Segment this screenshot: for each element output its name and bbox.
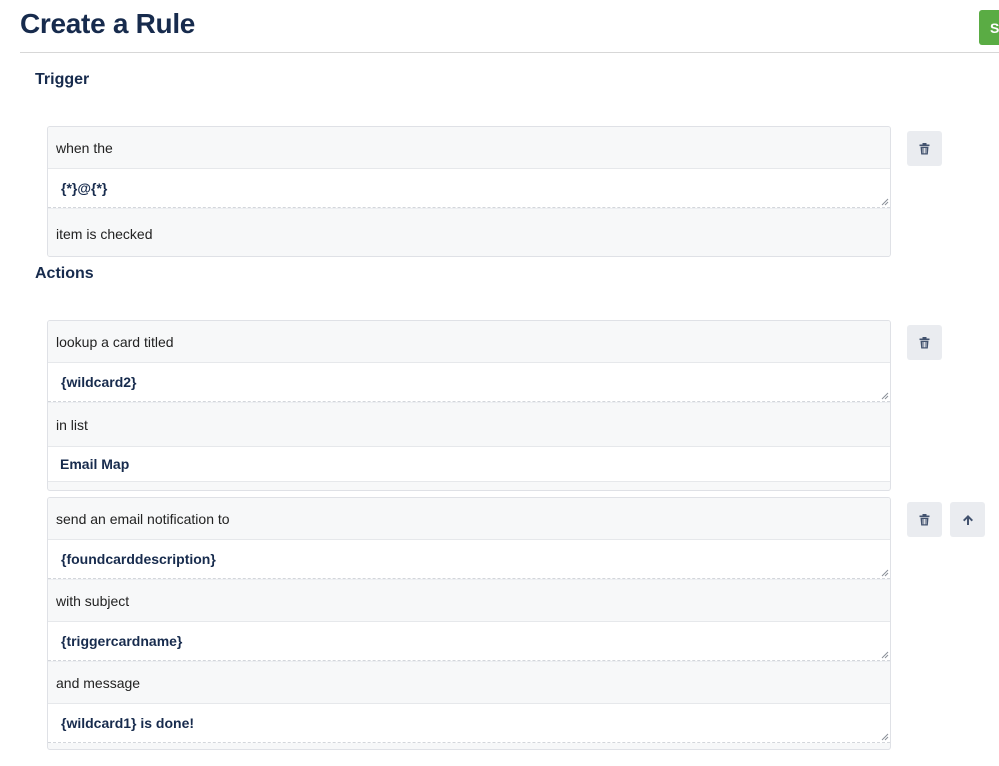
page-title: Create a Rule (20, 8, 196, 39)
trash-icon (919, 142, 930, 154)
lookup-label-titled: lookup a card titled (48, 321, 890, 362)
email-subject-input[interactable]: {triggercardname} (48, 621, 890, 661)
trigger-label-checked: item is checked (48, 208, 890, 256)
email-recipient-input-value: {foundcarddescription} (61, 551, 216, 567)
email-label-message: and message (48, 661, 890, 703)
lookup-label-list: in list (48, 402, 890, 446)
resize-grip-icon[interactable] (881, 733, 889, 741)
arrow-up-icon (962, 514, 973, 525)
lookup-list-select-value: Email Map (60, 456, 130, 472)
email-recipient-input[interactable]: {foundcarddescription} (48, 539, 890, 579)
save-button[interactable]: S (979, 10, 999, 45)
email-label-recipient: send an email notification to (48, 498, 890, 539)
delete-trigger-button[interactable] (907, 131, 942, 166)
actions-heading: Actions (35, 265, 94, 282)
resize-grip-icon[interactable] (881, 392, 889, 400)
trigger-card: when the {*}@{*} item is checked (47, 126, 891, 257)
delete-lookup-action-button[interactable] (907, 325, 942, 360)
lookup-title-input-value: {wildcard2} (61, 374, 137, 390)
lookup-title-input[interactable]: {wildcard2} (48, 362, 890, 402)
email-subject-input-value: {triggercardname} (61, 633, 183, 649)
action-card-email: send an email notification to {foundcard… (47, 497, 891, 750)
resize-grip-icon[interactable] (881, 651, 889, 659)
trigger-heading: Trigger (35, 71, 90, 88)
email-label-subject: with subject (48, 579, 890, 621)
delete-email-action-button[interactable] (907, 502, 942, 537)
trash-icon (919, 513, 930, 525)
resize-grip-icon[interactable] (881, 569, 889, 577)
trigger-label-when: when the (48, 127, 890, 168)
trash-icon (919, 336, 930, 348)
trigger-item-input[interactable]: {*}@{*} (48, 168, 890, 208)
email-message-input-value: {wildcard1} is done! (61, 715, 195, 731)
move-up-email-action-button[interactable] (950, 502, 985, 537)
action-card-lookup: lookup a card titled {wildcard2} in list… (47, 320, 891, 491)
resize-grip-icon[interactable] (881, 198, 889, 206)
lookup-list-select[interactable]: Email Map (48, 446, 890, 482)
trigger-item-input-value: {*}@{*} (61, 180, 108, 196)
email-message-input[interactable]: {wildcard1} is done! (48, 703, 890, 743)
title-divider (20, 52, 999, 53)
